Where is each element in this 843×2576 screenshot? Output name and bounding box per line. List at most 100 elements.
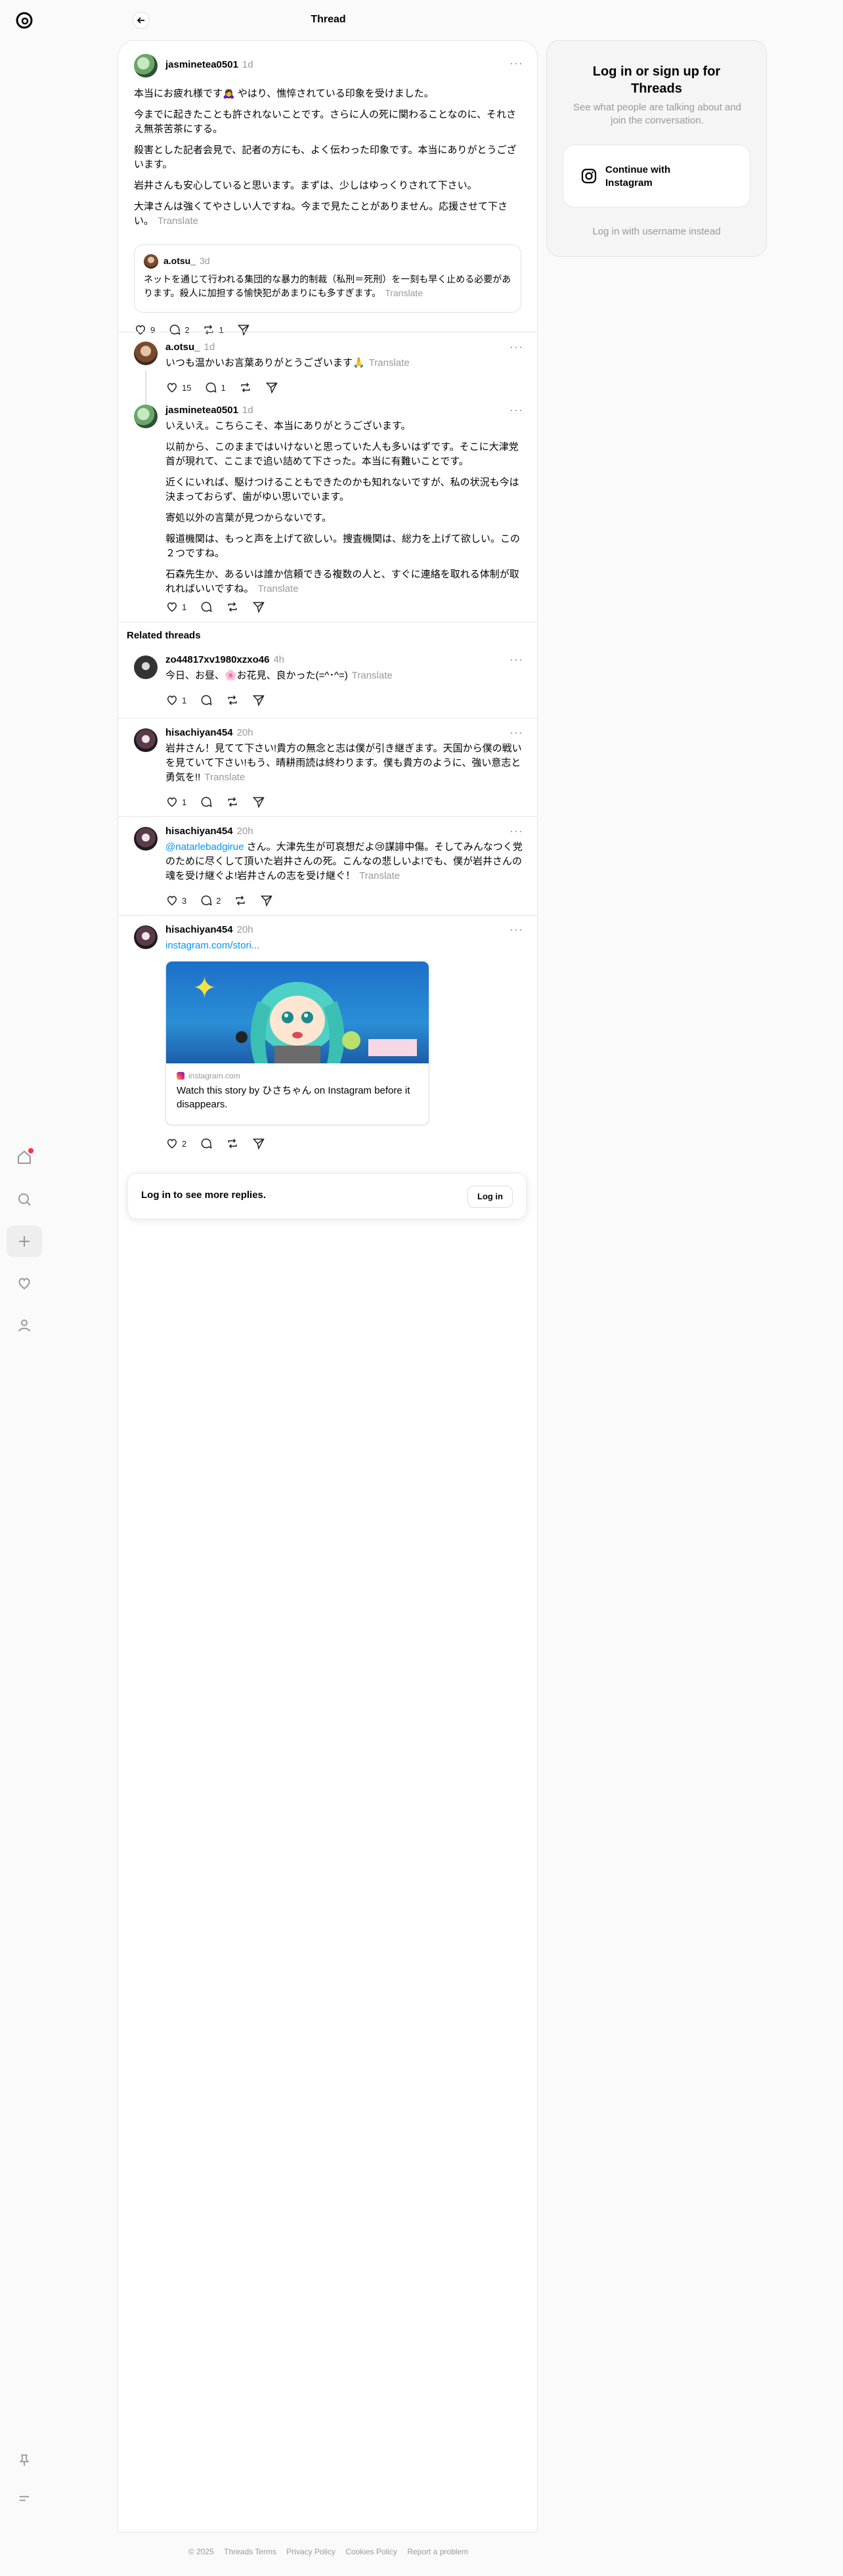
- thread-text: 今日、お昼、🌸お花見、良かった(=^･^=): [165, 670, 348, 681]
- avatar[interactable]: [134, 342, 158, 365]
- more-options-icon[interactable]: ···: [509, 923, 523, 937]
- home-icon[interactable]: [7, 1142, 42, 1173]
- share-button[interactable]: [252, 1137, 265, 1150]
- reply-button[interactable]: [200, 694, 213, 707]
- translate-link[interactable]: Translate: [359, 870, 400, 881]
- post-paragraph: 殺害とした記者会見で、記者の方にも、よく伝わった印象です。本当にありがとうござい…: [134, 144, 517, 170]
- like-button[interactable]: 3: [165, 894, 186, 907]
- search-icon[interactable]: [7, 1184, 42, 1215]
- repost-button[interactable]: [234, 894, 247, 907]
- profile-icon[interactable]: [7, 1310, 42, 1341]
- repost-button[interactable]: [239, 381, 252, 394]
- username[interactable]: zo44817xv1980xzxo46: [165, 654, 269, 665]
- repost-button[interactable]: [226, 1137, 239, 1150]
- more-options-icon[interactable]: ···: [509, 653, 523, 667]
- translate-link[interactable]: Translate: [352, 670, 393, 681]
- heart-icon: [167, 383, 177, 393]
- share-button[interactable]: [260, 894, 273, 907]
- share-button[interactable]: [252, 694, 265, 707]
- login-button[interactable]: Log in: [467, 1186, 513, 1208]
- divider: [118, 622, 537, 623]
- back-button[interactable]: [133, 12, 150, 29]
- share-button[interactable]: [252, 795, 265, 809]
- threads-logo-icon[interactable]: [12, 8, 37, 33]
- share-button[interactable]: [252, 600, 265, 613]
- reply-button[interactable]: 2: [200, 894, 221, 907]
- avatar[interactable]: [134, 405, 158, 428]
- avatar[interactable]: [134, 54, 158, 78]
- translate-link[interactable]: Translate: [158, 215, 198, 227]
- panel-title: Log in or sign up for Threads: [592, 64, 721, 96]
- username[interactable]: hisachiyan454: [165, 924, 233, 935]
- related-thread: hisachiyan454 20h ··· @natarlebadgirue さん…: [118, 824, 537, 916]
- send-icon: [253, 797, 265, 809]
- reply-button[interactable]: 1: [204, 381, 226, 394]
- like-button[interactable]: 1: [165, 600, 186, 613]
- avatar[interactable]: [134, 827, 158, 851]
- pin-icon[interactable]: [7, 2445, 42, 2476]
- more-options-icon[interactable]: ···: [509, 403, 523, 417]
- post-paragraph: 本当にお疲れ様です🙇‍♀️ やはり、憔悴されている印象を受けました。: [134, 88, 434, 99]
- thread-column: jasminetea0501 1d ··· 本当にお疲れ様です🙇‍♀️ やはり、憔…: [118, 40, 538, 2533]
- reply-paragraph: いえいえ。こちらこそ、本当にありがとうございます。: [165, 420, 411, 432]
- activity-icon[interactable]: [7, 1268, 42, 1299]
- username[interactable]: a.otsu_: [165, 342, 200, 353]
- more-options-icon[interactable]: ···: [509, 824, 523, 838]
- more-options-icon[interactable]: ···: [509, 726, 523, 740]
- link-preview-card[interactable]: ✦ instagram.com Watch this story by ひさちゃ…: [165, 961, 429, 1125]
- username[interactable]: hisachiyan454: [165, 826, 233, 837]
- like-count: 3: [182, 895, 187, 906]
- share-button[interactable]: [265, 381, 278, 394]
- translate-link[interactable]: Translate: [204, 772, 245, 783]
- menu-icon[interactable]: [7, 2483, 42, 2514]
- more-options-icon[interactable]: ···: [509, 56, 523, 70]
- create-icon[interactable]: [7, 1226, 42, 1257]
- like-button[interactable]: 9: [134, 323, 155, 336]
- reply-button[interactable]: [200, 1137, 213, 1150]
- like-button[interactable]: 1: [165, 795, 186, 809]
- svg-text:✦: ✦: [192, 971, 217, 1005]
- share-button[interactable]: [237, 323, 250, 336]
- reply-paragraph: 近くにいれば、駆けつけることもできたのかも知れないですが、私の状況も今は決まって…: [165, 477, 519, 502]
- heart-icon: [167, 696, 177, 705]
- like-button[interactable]: 2: [165, 1137, 186, 1150]
- login-panel: Log in or sign up for Threads See what p…: [546, 40, 767, 257]
- timestamp: 20h: [236, 727, 253, 738]
- footer-link-privacy[interactable]: Privacy Policy: [286, 2547, 335, 2556]
- translate-link[interactable]: Translate: [369, 357, 410, 368]
- reply-button[interactable]: [200, 795, 213, 809]
- mention-link[interactable]: @natarlebadgirue: [165, 841, 244, 853]
- reply-post: a.otsu_ 1d ··· いつも温かいお言葉ありがとうございます🙏 Transl…: [118, 340, 537, 407]
- like-button[interactable]: 1: [165, 694, 186, 707]
- repost-button[interactable]: 1: [202, 323, 224, 336]
- reply-paragraph: 石森先生か、あるいは誰か信頼できる複数の人と、すぐに連絡を取れる体制が取れればい…: [165, 569, 519, 594]
- reply-count: 1: [221, 382, 226, 393]
- reply-button[interactable]: [200, 600, 213, 613]
- quoted-post[interactable]: a.otsu_ 3d ネットを通じて行われる集団的な暴力的制裁（私刑＝死刑）を一刻…: [134, 244, 521, 313]
- repost-button[interactable]: [226, 600, 239, 613]
- timestamp: 4h: [273, 654, 285, 665]
- username[interactable]: jasminetea0501: [165, 59, 238, 70]
- repost-button[interactable]: [226, 694, 239, 707]
- username[interactable]: jasminetea0501: [165, 405, 238, 416]
- comment-icon: [201, 895, 212, 906]
- reply-button[interactable]: 2: [168, 323, 189, 336]
- translate-link[interactable]: Translate: [258, 583, 299, 594]
- footer-link-report[interactable]: Report a problem: [407, 2547, 468, 2556]
- like-button[interactable]: 15: [165, 381, 191, 394]
- avatar[interactable]: [134, 728, 158, 752]
- avatar[interactable]: [134, 925, 158, 949]
- footer-link-terms[interactable]: Threads Terms: [224, 2547, 276, 2556]
- copyright: © 2025: [188, 2547, 214, 2556]
- more-options-icon[interactable]: ···: [509, 340, 523, 354]
- continue-with-instagram-button[interactable]: Continue with Instagram: [563, 144, 750, 208]
- username[interactable]: hisachiyan454: [165, 727, 233, 738]
- username-login-link[interactable]: Log in with username instead: [547, 226, 766, 237]
- avatar[interactable]: [134, 655, 158, 679]
- footer-link-cookies[interactable]: Cookies Policy: [345, 2547, 397, 2556]
- external-link[interactable]: instagram.com/stori...: [165, 940, 259, 951]
- like-count: 15: [182, 382, 192, 393]
- repost-button[interactable]: [226, 795, 239, 809]
- translate-link[interactable]: Translate: [385, 288, 423, 298]
- username[interactable]: a.otsu_: [163, 255, 196, 266]
